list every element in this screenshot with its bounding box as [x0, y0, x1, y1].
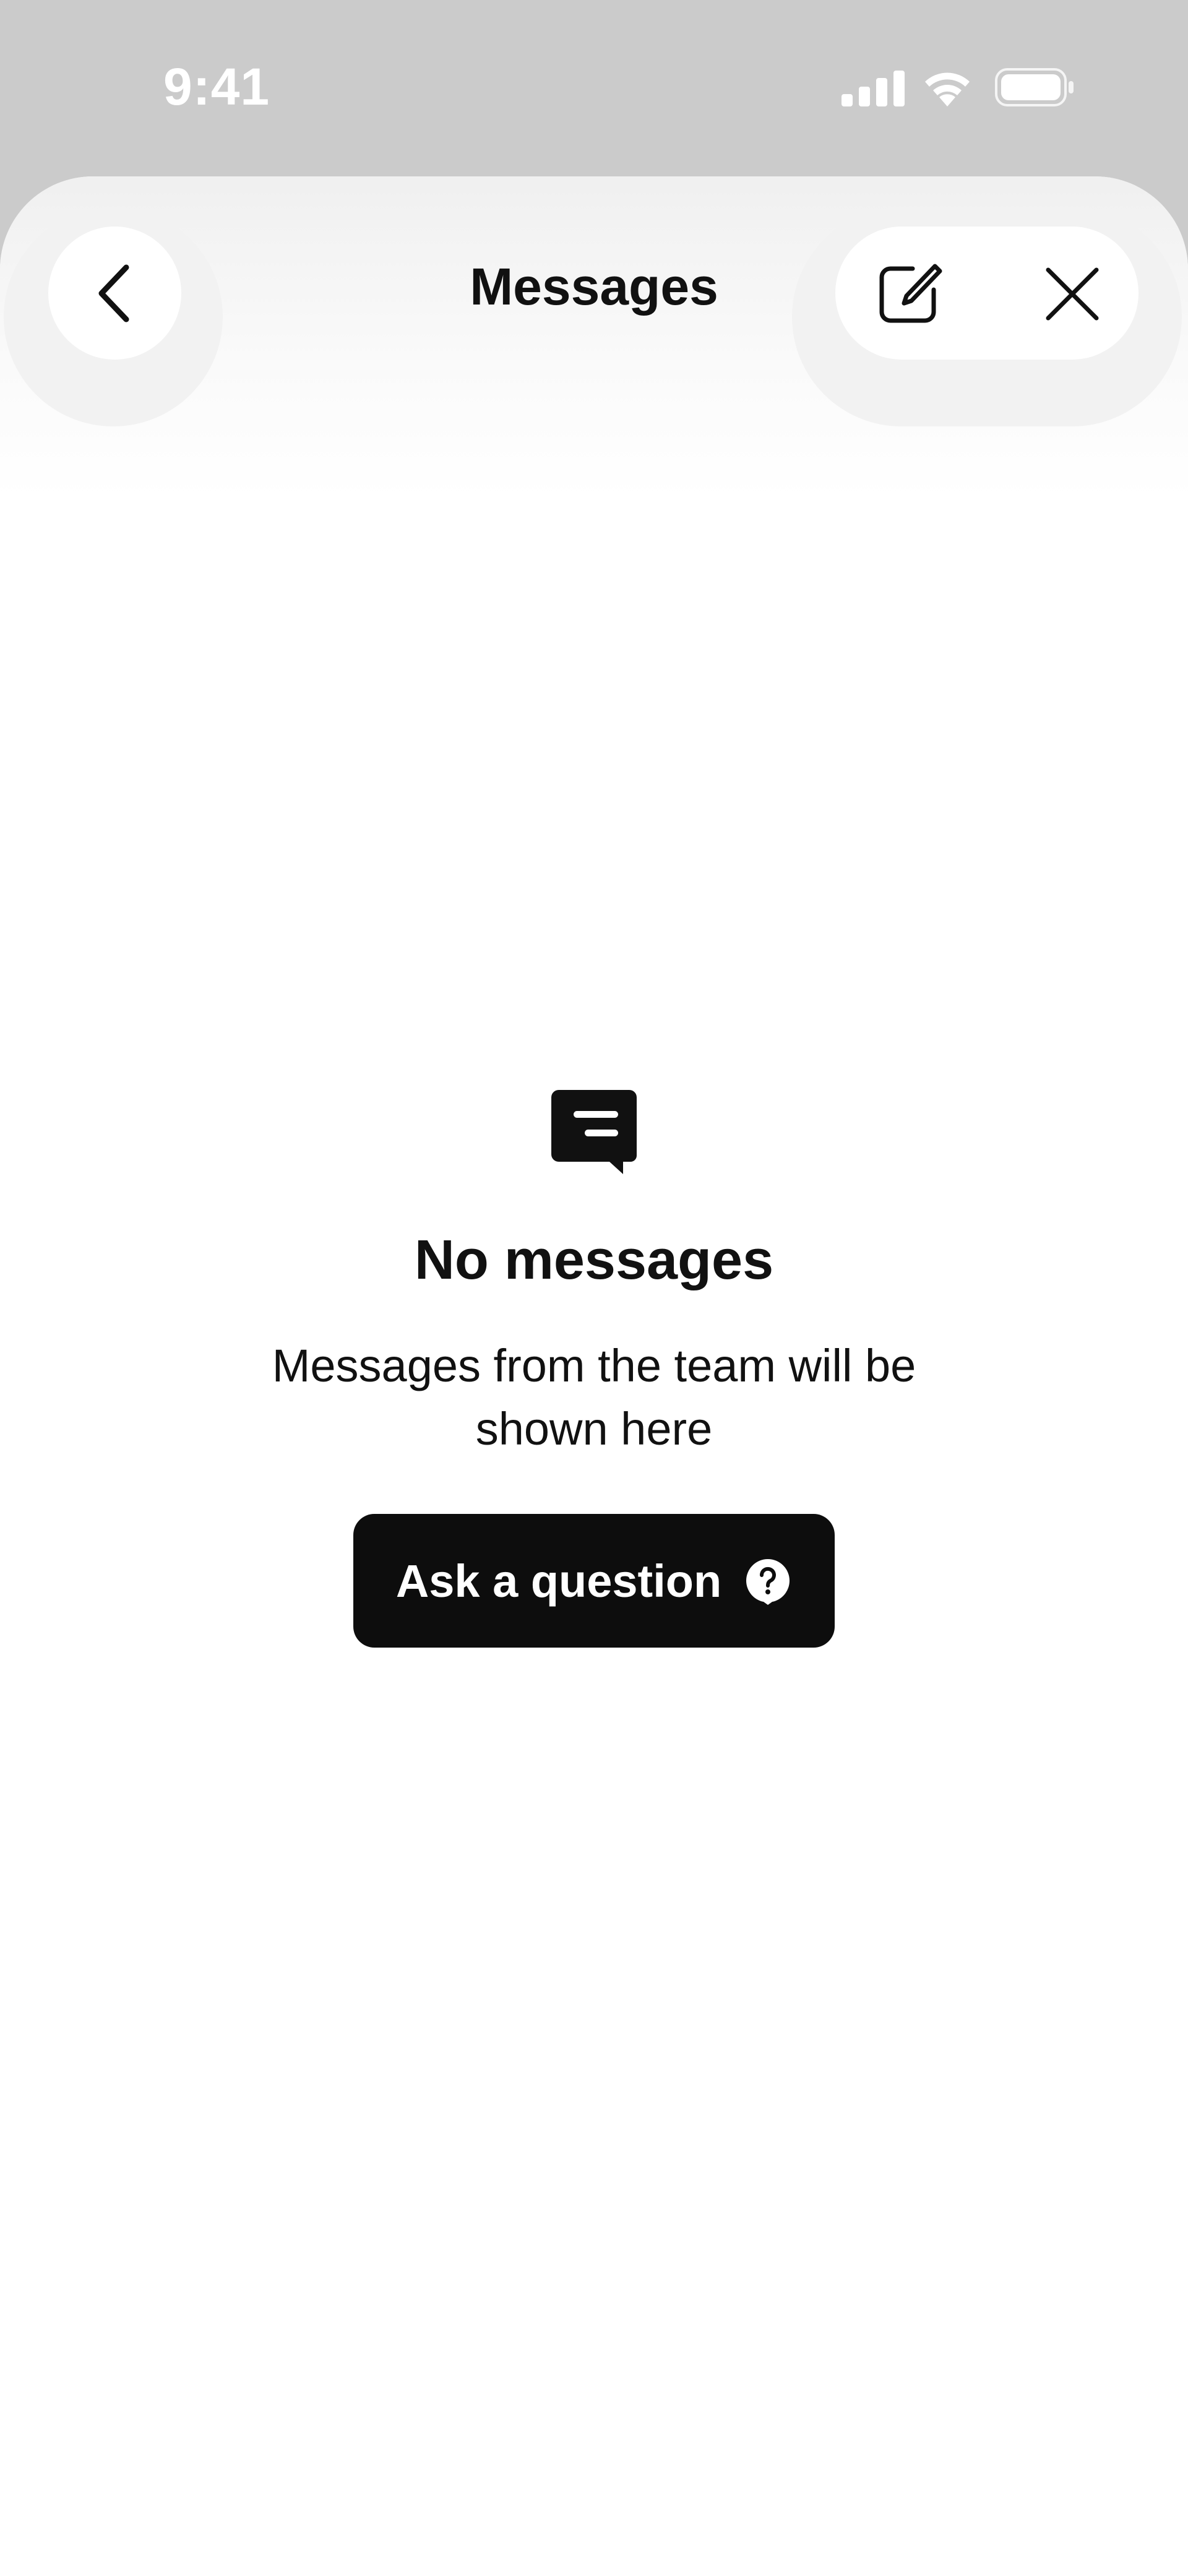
battery-icon [995, 68, 1074, 106]
empty-state-title: No messages [414, 1229, 774, 1291]
empty-state: No messages Messages from the team will … [0, 1086, 1188, 1648]
messages-sheet: Messages No messages Messages from the t… [0, 176, 1188, 2576]
compose-button[interactable] [866, 252, 950, 335]
status-icons [842, 62, 1089, 113]
ask-question-button[interactable]: Ask a question [353, 1514, 835, 1648]
wifi-icon [925, 72, 970, 106]
empty-state-description: Messages from the team will be shown her… [272, 1340, 916, 1454]
cellular-signal-icon [842, 71, 905, 106]
back-button[interactable] [48, 227, 181, 360]
status-bar: 9:41 [0, 0, 1188, 176]
messages-screen: 9:41 Messages No messages Messages from … [0, 0, 1188, 2576]
page-title: Messages [470, 257, 718, 316]
chat-bubble-icon [551, 1090, 637, 1174]
compose-icon [879, 264, 942, 322]
question-bubble-icon [746, 1559, 790, 1605]
status-time: 9:41 [163, 58, 270, 116]
close-button[interactable] [1030, 252, 1114, 335]
close-icon [1046, 267, 1098, 320]
ask-question-label: Ask a question [395, 1555, 722, 1607]
chevron-left-icon [98, 264, 129, 322]
